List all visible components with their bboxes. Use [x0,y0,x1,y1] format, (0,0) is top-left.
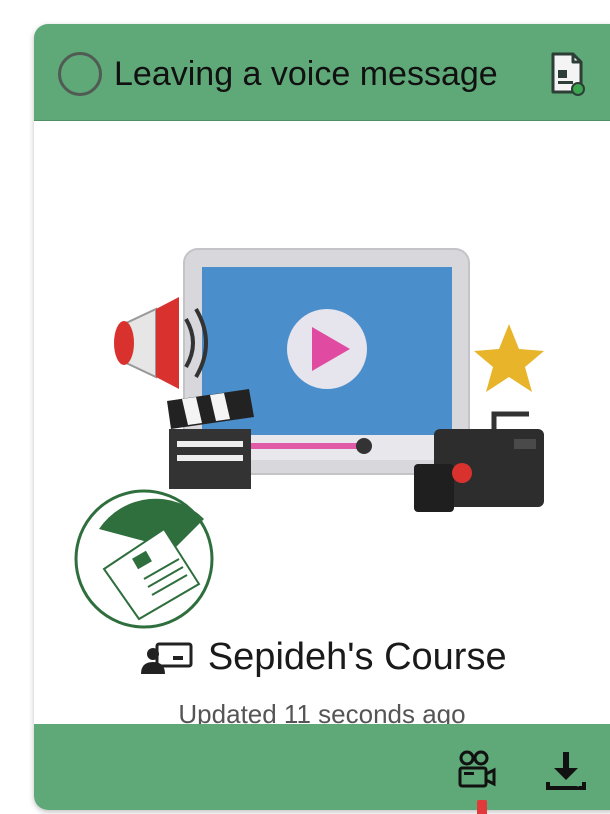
cursor-marker [477,800,487,814]
course-name[interactable]: Sepideh's Course [208,636,507,679]
card-footer [34,724,610,810]
card-header: Leaving a voice message [34,24,610,121]
course-row: Sepideh's Course [34,636,610,679]
download-icon[interactable] [544,748,588,792]
status-circle-icon[interactable] [58,52,102,96]
course-illustration [74,248,544,629]
video-camera-icon[interactable] [454,748,498,792]
card-title[interactable]: Leaving a voice message [114,52,498,96]
lesson-card[interactable]: Leaving a voice message Sepideh's Course… [34,24,610,810]
teacher-presentation-icon [141,642,193,674]
document-check-icon[interactable] [549,52,585,96]
